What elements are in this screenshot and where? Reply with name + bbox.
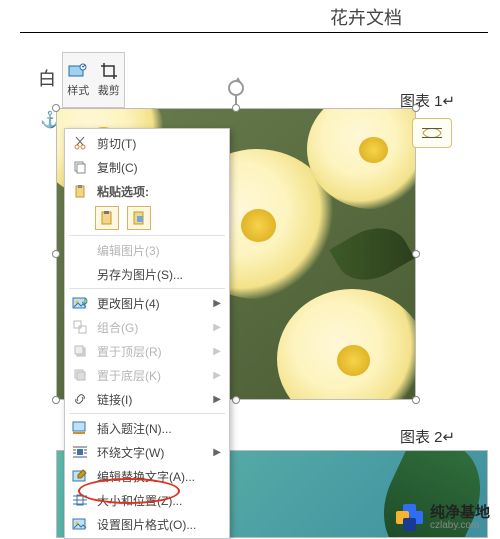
- menu-separator: [69, 413, 225, 414]
- menu-edit-alt-text-label: 编辑替换文字(A)...: [97, 468, 221, 485]
- watermark-cn: 纯净基地: [430, 505, 490, 521]
- menu-format-picture[interactable]: 设置图片格式(O)...: [65, 512, 229, 536]
- menu-bring-front-label: 置于顶层(R): [97, 343, 205, 360]
- chart-caption-2: 图表 2↵: [400, 426, 455, 447]
- crop-button[interactable]: 裁剪: [94, 53, 125, 107]
- bring-front-icon: [71, 342, 89, 360]
- selection-handle-s[interactable]: [232, 396, 240, 404]
- left-char: 白: [38, 65, 56, 91]
- selection-handle-nw[interactable]: [52, 104, 60, 112]
- menu-size-position-label: 大小和位置(Z)...: [97, 492, 221, 509]
- menu-save-as-picture[interactable]: 另存为图片(S)...: [65, 262, 229, 286]
- watermark: 纯净基地 czlaby.com: [396, 504, 490, 532]
- menu-copy-label: 复制(C): [97, 159, 221, 176]
- paste-option-2[interactable]: [127, 206, 151, 230]
- context-menu: 剪切(T) 复制(C) 粘贴选项: 编辑图片(3) 另存为图片(S)... 更改…: [64, 128, 230, 539]
- cut-icon: [71, 134, 89, 152]
- style-label: 样式: [67, 82, 89, 98]
- menu-change-picture-label: 更改图片(4): [97, 295, 205, 312]
- change-picture-icon: [71, 294, 89, 312]
- paste-option-1[interactable]: [95, 206, 119, 230]
- selection-handle-se[interactable]: [412, 396, 420, 404]
- selection-handle-ne[interactable]: [412, 104, 420, 112]
- send-back-icon: [71, 366, 89, 384]
- format-picture-icon: [71, 515, 89, 533]
- menu-wrap-text[interactable]: 环绕文字(W) ▶: [65, 440, 229, 464]
- selection-handle-n[interactable]: [232, 104, 240, 112]
- menu-paste-options: 粘贴选项:: [65, 179, 229, 203]
- selection-handle-e[interactable]: [412, 250, 420, 258]
- rotate-handle[interactable]: [228, 80, 244, 96]
- menu-size-position[interactable]: 大小和位置(Z)...: [65, 488, 229, 512]
- menu-separator: [69, 288, 225, 289]
- menu-insert-caption-label: 插入题注(N)...: [97, 420, 221, 437]
- menu-copy[interactable]: 复制(C): [65, 155, 229, 179]
- format-toolbar: 样式 裁剪: [62, 52, 125, 108]
- menu-send-back: 置于底层(K) ▶: [65, 363, 229, 387]
- chevron-right-icon: ▶: [213, 394, 221, 405]
- menu-bring-front: 置于顶层(R) ▶: [65, 339, 229, 363]
- menu-save-as-picture-label: 另存为图片(S)...: [97, 266, 221, 283]
- menu-cut[interactable]: 剪切(T): [65, 131, 229, 155]
- copy-icon: [71, 158, 89, 176]
- size-position-icon: [71, 491, 89, 509]
- link-icon: [71, 390, 89, 408]
- menu-paste-options-label: 粘贴选项:: [97, 183, 221, 200]
- menu-link-label: 链接(I): [97, 391, 205, 408]
- document-title: 花卉文档: [330, 4, 402, 30]
- chevron-right-icon: ▶: [213, 447, 221, 458]
- selection-handle-w[interactable]: [52, 250, 60, 258]
- menu-group-label: 组合(G): [97, 319, 205, 336]
- menu-format-picture-label: 设置图片格式(O)...: [97, 516, 221, 533]
- menu-insert-caption[interactable]: 插入题注(N)...: [65, 416, 229, 440]
- menu-wrap-text-label: 环绕文字(W): [97, 444, 205, 461]
- crop-label: 裁剪: [98, 82, 120, 98]
- menu-edit-alt-text[interactable]: 编辑替换文字(A)...: [65, 464, 229, 488]
- group-icon: [71, 318, 89, 336]
- menu-edit-picture: 编辑图片(3): [65, 238, 229, 262]
- chevron-right-icon: ▶: [213, 370, 221, 381]
- layout-options-button[interactable]: [412, 118, 452, 148]
- selection-handle-sw[interactable]: [52, 396, 60, 404]
- alt-text-icon: [71, 467, 89, 485]
- menu-cut-label: 剪切(T): [97, 135, 221, 152]
- crop-icon: [99, 62, 119, 80]
- style-button[interactable]: 样式: [63, 53, 94, 107]
- menu-edit-picture-label: 编辑图片(3): [97, 242, 221, 259]
- menu-link[interactable]: 链接(I) ▶: [65, 387, 229, 411]
- title-underline: [20, 32, 488, 33]
- menu-separator: [69, 235, 225, 236]
- menu-change-picture[interactable]: 更改图片(4) ▶: [65, 291, 229, 315]
- chevron-right-icon: ▶: [213, 298, 221, 309]
- paste-icon: [71, 182, 89, 200]
- caption-icon: [71, 419, 89, 437]
- chevron-right-icon: ▶: [213, 346, 221, 357]
- menu-send-back-label: 置于底层(K): [97, 367, 205, 384]
- watermark-en: czlaby.com: [430, 521, 490, 532]
- paste-row: [65, 203, 229, 233]
- wrap-text-icon: [71, 443, 89, 461]
- chevron-right-icon: ▶: [213, 322, 221, 333]
- style-icon: [68, 62, 88, 80]
- watermark-logo: [396, 504, 424, 532]
- menu-group: 组合(G) ▶: [65, 315, 229, 339]
